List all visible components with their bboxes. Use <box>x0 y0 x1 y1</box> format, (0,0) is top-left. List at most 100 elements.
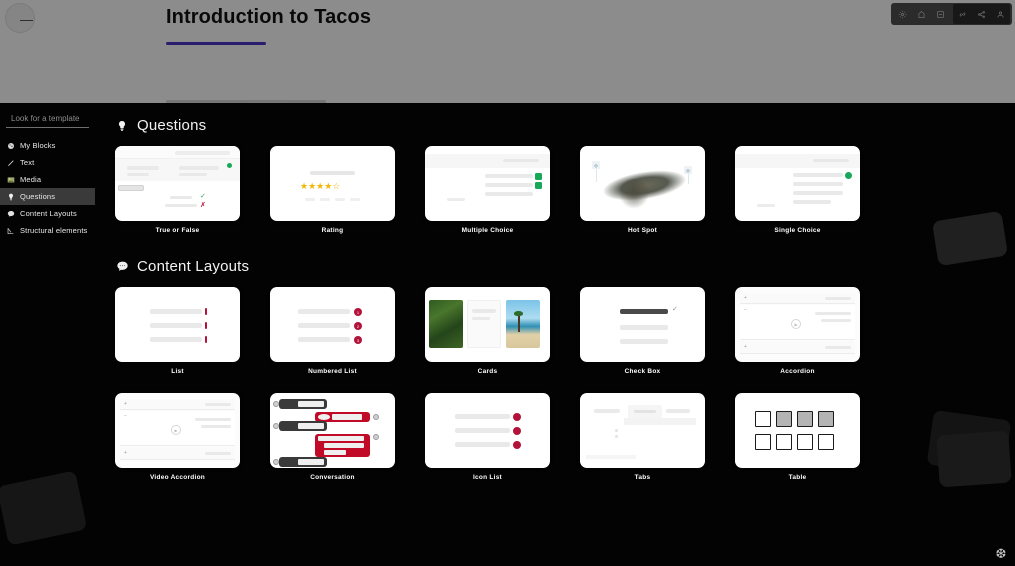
image-icon <box>6 175 15 184</box>
template-card-single-choice[interactable]: Single Choice <box>735 146 890 234</box>
search-input[interactable] <box>6 111 89 128</box>
sidebar-item-structural-elements[interactable]: Structural elements <box>0 222 95 239</box>
pencil-icon <box>6 158 15 167</box>
structure-icon <box>6 226 15 235</box>
hotspot-marker[interactable]: ◎ <box>592 161 600 169</box>
blocks-icon <box>6 141 15 150</box>
template-thumbnail[interactable]: + − ▶ + <box>115 393 240 468</box>
template-thumbnail[interactable]: ✓ <box>580 287 705 362</box>
template-label: Conversation <box>310 474 355 481</box>
content-layouts-grid-row1: List 1 2 3 Numbered List Cards ✓ Check B… <box>115 287 1015 375</box>
expand-icon[interactable]: + <box>744 344 747 350</box>
dim-overlay <box>0 0 1015 103</box>
questions-template-grid: ✓ ✗ True or False ★★★★☆ Rating Multiple … <box>115 146 1015 234</box>
template-label: Accordion <box>780 368 815 375</box>
speech-bubble-icon <box>115 259 129 275</box>
list-number-badge: 1 <box>354 308 362 316</box>
beach-image <box>506 300 540 348</box>
template-card-accordion[interactable]: + − ▶ + Accordion <box>735 287 890 375</box>
expand-icon[interactable]: + <box>124 450 127 456</box>
template-thumbnail[interactable]: ◎ ◎ <box>580 146 705 221</box>
template-thumbnail[interactable] <box>270 393 395 468</box>
section-header-questions: Questions <box>115 117 1015 134</box>
avatar <box>373 434 379 440</box>
section-header-content-layouts: Content Layouts <box>115 258 1015 275</box>
hotspot-marker[interactable]: ◎ <box>684 166 692 174</box>
content-layouts-grid-row2: + − ▶ + Video Accordion Conversation Ico… <box>115 393 1015 481</box>
template-card-tabs[interactable]: Tabs <box>580 393 735 481</box>
template-thumbnail[interactable] <box>425 287 550 362</box>
lightbulb-icon <box>6 192 15 201</box>
template-card-video-accordion[interactable]: + − ▶ + Video Accordion <box>115 393 270 481</box>
template-thumbnail[interactable] <box>735 146 860 221</box>
sidebar-item-content-layouts[interactable]: Content Layouts <box>0 205 95 222</box>
list-number-badge: 3 <box>354 336 362 344</box>
sidebar-item-label: My Blocks <box>20 141 56 150</box>
expand-icon[interactable]: + <box>124 401 127 407</box>
template-card-true-or-false[interactable]: ✓ ✗ True or False <box>115 146 270 234</box>
template-thumbnail[interactable] <box>425 146 550 221</box>
panel-sidebar: My Blocks Text Media Questions <box>0 103 95 566</box>
template-card-rating[interactable]: ★★★★☆ Rating <box>270 146 425 234</box>
template-card-table[interactable]: Table <box>735 393 890 481</box>
sidebar-item-label: Content Layouts <box>20 209 77 218</box>
leaf-image <box>429 300 463 348</box>
section-title: Questions <box>137 117 207 134</box>
template-label: Single Choice <box>774 227 821 234</box>
section-title: Content Layouts <box>137 258 250 275</box>
sidebar-item-text[interactable]: Text <box>0 154 95 171</box>
template-picker-panel: My Blocks Text Media Questions <box>0 103 1015 566</box>
template-label: Video Accordion <box>149 474 206 481</box>
sidebar-item-media[interactable]: Media <box>0 171 95 188</box>
template-thumbnail[interactable] <box>115 287 240 362</box>
template-label: Numbered List <box>308 368 357 375</box>
snowflake-icon[interactable]: ❆ <box>993 546 1009 562</box>
template-label: Rating <box>321 227 344 234</box>
template-label: Table <box>788 474 807 481</box>
sidebar-item-my-blocks[interactable]: My Blocks <box>0 137 95 154</box>
speech-bubble-icon <box>6 209 15 218</box>
list-number-badge: 2 <box>354 322 362 330</box>
rating-stars: ★★★★☆ <box>300 181 341 191</box>
sidebar-item-label: Questions <box>20 192 56 201</box>
template-card-hot-spot[interactable]: ◎ ◎ Hot Spot <box>580 146 735 234</box>
template-thumbnail[interactable]: + − ▶ + <box>735 287 860 362</box>
template-label: Hot Spot <box>627 227 658 234</box>
sidebar-item-questions[interactable]: Questions <box>0 188 95 205</box>
template-thumbnail[interactable] <box>580 393 705 468</box>
template-card-cards[interactable]: Cards <box>425 287 580 375</box>
template-label: True or False <box>155 227 200 234</box>
template-card-multiple-choice[interactable]: Multiple Choice <box>425 146 580 234</box>
template-thumbnail[interactable]: ★★★★☆ <box>270 146 395 221</box>
sidebar-item-label: Structural elements <box>20 226 88 235</box>
collapse-icon[interactable]: − <box>744 307 747 313</box>
template-thumbnail[interactable]: ✓ ✗ <box>115 146 240 221</box>
template-card-conversation[interactable]: Conversation <box>270 393 425 481</box>
play-icon: ▶ <box>791 319 801 329</box>
template-label: Check Box <box>624 368 661 375</box>
list-bullet-icon <box>513 441 521 449</box>
template-label: Tabs <box>634 474 651 481</box>
search-wrapper <box>0 108 95 128</box>
manta-ray-body <box>617 179 650 209</box>
expand-icon[interactable]: + <box>744 295 747 301</box>
template-label: Cards <box>477 368 498 375</box>
template-thumbnail[interactable]: 1 2 3 <box>270 287 395 362</box>
template-card-check-box[interactable]: ✓ Check Box <box>580 287 735 375</box>
template-thumbnail[interactable] <box>735 393 860 468</box>
check-icon: ✓ <box>672 306 678 313</box>
template-label: List <box>171 368 184 375</box>
collapse-icon[interactable]: − <box>124 413 127 419</box>
play-icon: ▶ <box>171 425 181 435</box>
sidebar-item-label: Media <box>20 175 42 184</box>
template-thumbnail[interactable] <box>425 393 550 468</box>
avatar <box>373 414 379 420</box>
template-card-list[interactable]: List <box>115 287 270 375</box>
template-label: Multiple Choice <box>461 227 514 234</box>
sidebar-item-label: Text <box>20 158 35 167</box>
list-bullet-icon <box>513 427 521 435</box>
lightbulb-icon <box>115 118 129 134</box>
template-content: Questions ✓ ✗ True or False ★★★★☆ Rating… <box>95 103 1015 566</box>
template-card-numbered-list[interactable]: 1 2 3 Numbered List <box>270 287 425 375</box>
template-card-icon-list[interactable]: Icon List <box>425 393 580 481</box>
